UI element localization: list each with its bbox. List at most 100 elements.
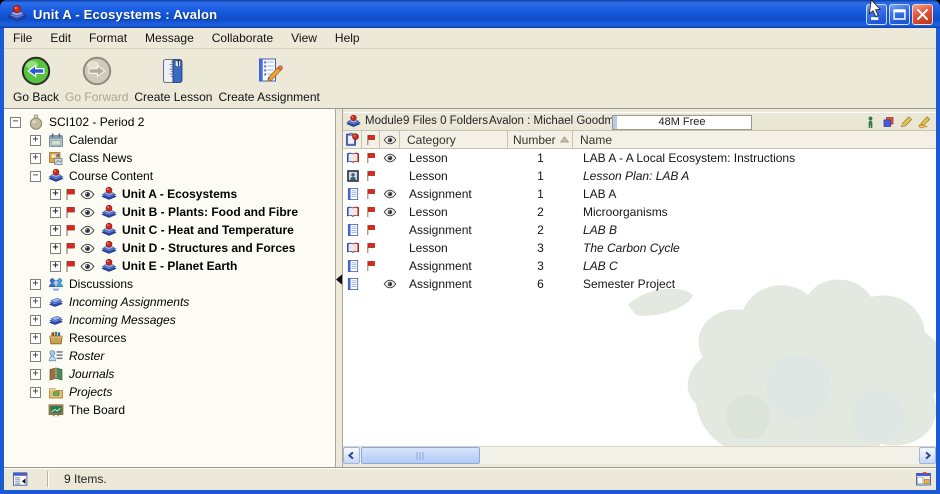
go-forward-button[interactable]: Go Forward [62, 52, 131, 105]
column-eye[interactable] [380, 131, 400, 148]
free-space-indicator: 48M Free [612, 115, 752, 130]
expand-toggle[interactable]: + [50, 261, 61, 272]
expand-toggle[interactable]: + [30, 387, 41, 398]
column-number[interactable]: Number [508, 131, 573, 148]
expand-toggle[interactable]: + [30, 297, 41, 308]
unit-book-icon [101, 222, 117, 238]
scrollbar-thumb[interactable] [361, 447, 480, 464]
file-row-lesson-plan-lab-a[interactable]: Lesson1Lesson Plan: LAB A [343, 167, 936, 185]
journals-icon [48, 366, 64, 382]
column-category[interactable]: Category [400, 131, 508, 148]
go-back-button[interactable]: Go Back [10, 52, 62, 105]
expand-toggle[interactable]: + [50, 189, 61, 200]
unit-book-icon [101, 186, 117, 202]
row-name: Microorganisms [573, 205, 936, 219]
tree-item-class-news[interactable]: +Class News [4, 149, 335, 167]
tree-item-roster[interactable]: +Roster [4, 347, 335, 365]
tree-item-unit-d-structures-and-forces[interactable]: +Unit D - Structures and Forces [4, 239, 335, 257]
assignment-pad-icon [346, 259, 360, 273]
expand-toggle[interactable]: + [50, 225, 61, 236]
tree-item-discussions[interactable]: +Discussions [4, 275, 335, 293]
tree-item-projects[interactable]: +Projects [4, 383, 335, 401]
menu-item-help[interactable]: Help [326, 28, 369, 48]
tree-item-label: Unit A - Ecosystems [122, 187, 237, 201]
collapse-panel-arrow-icon[interactable] [336, 274, 343, 285]
close-button[interactable] [912, 4, 933, 25]
panel-splitter[interactable] [335, 109, 343, 467]
gold-pencil-icon[interactable] [918, 115, 931, 129]
tree-item-incoming-assignments[interactable]: + Incoming Assignments [4, 293, 335, 311]
menu-item-edit[interactable]: Edit [41, 28, 80, 48]
tree-item-incoming-messages[interactable]: +Incoming Messages [4, 311, 335, 329]
eye-icon [383, 207, 397, 217]
tree-item-unit-e-planet-earth[interactable]: +Unit E - Planet Earth [4, 257, 335, 275]
calendar-icon [48, 132, 64, 148]
expand-toggle[interactable]: + [30, 351, 41, 362]
row-category: Lesson [400, 151, 508, 165]
status-window-icon[interactable] [12, 471, 29, 487]
resources-icon [48, 330, 64, 346]
menu-item-file[interactable]: File [4, 28, 41, 48]
module-icon [346, 114, 361, 129]
folder-tree-panel: −SCI102 - Period 2 + Calendar +Class News−C… [4, 109, 335, 467]
scroll-left-icon [345, 449, 358, 462]
server-user-label: Avalon : Michael Goodman [489, 113, 627, 130]
unit-book-icon [101, 204, 117, 220]
file-row-lab-c[interactable]: Assignment3LAB C [343, 257, 936, 275]
scrollbar-grip [416, 452, 425, 460]
row-number: 2 [508, 223, 573, 237]
pencil-icon[interactable] [900, 115, 913, 129]
unit-book-icon [101, 240, 117, 256]
horizontal-scrollbar[interactable] [343, 446, 936, 464]
tree-item-unit-c-heat-and-temperature[interactable]: +Unit C - Heat and Temperature [4, 221, 335, 239]
expand-toggle[interactable]: + [30, 153, 41, 164]
file-row-semester-project[interactable]: Assignment6Semester Project [343, 275, 936, 293]
menu-item-message[interactable]: Message [136, 28, 203, 48]
flag-icon [366, 152, 376, 164]
tree-item-course-content[interactable]: −Course Content [4, 167, 335, 185]
tree-item-label: Calendar [69, 133, 118, 147]
layers-icon[interactable] [882, 115, 895, 129]
file-row-lab-a-a-local-ecosystem-instructions[interactable]: Lesson1LAB A - A Local Ecosystem: Instru… [343, 149, 936, 167]
file-row-lab-a[interactable]: Assignment1LAB A [343, 185, 936, 203]
scroll-left-button[interactable] [343, 447, 360, 464]
create-assignment-button[interactable]: Create Assignment [215, 52, 322, 105]
tree-item-the-board[interactable]: The Board [4, 401, 335, 419]
column-name[interactable]: Name [573, 131, 936, 148]
open-book-icon [346, 241, 360, 255]
file-row-microorganisms[interactable]: Lesson2Microorganisms [343, 203, 936, 221]
tree-item-sci102-period-2[interactable]: −SCI102 - Period 2 [4, 113, 335, 131]
collapse-toggle[interactable]: − [10, 117, 21, 128]
eye-icon [80, 243, 95, 254]
expand-toggle[interactable]: + [50, 243, 61, 254]
discussions-icon [48, 276, 64, 292]
column-item-type[interactable] [343, 131, 362, 148]
menu-item-format[interactable]: Format [80, 28, 136, 48]
tree-item-unit-a-ecosystems[interactable]: + Unit A - Ecosystems [4, 185, 335, 203]
layout-icon[interactable] [915, 471, 932, 487]
menu-item-collaborate[interactable]: Collaborate [203, 28, 282, 48]
tree-item-resources[interactable]: +Resources [4, 329, 335, 347]
file-row-lab-b[interactable]: Assignment2LAB B [343, 221, 936, 239]
scrollbar-track[interactable] [360, 447, 919, 464]
expand-toggle[interactable]: + [30, 135, 41, 146]
title-bar[interactable]: Unit A - Ecosystems : Avalon [0, 0, 940, 28]
expand-toggle[interactable]: + [30, 315, 41, 326]
file-row-the-carbon-cycle[interactable]: Lesson3The Carbon Cycle [343, 239, 936, 257]
create-lesson-button[interactable]: Create Lesson [131, 52, 215, 105]
column-flag[interactable] [362, 131, 380, 148]
tree-item-journals[interactable]: +Journals [4, 365, 335, 383]
row-name: The Carbon Cycle [573, 241, 936, 255]
menu-item-view[interactable]: View [282, 28, 326, 48]
tree-item-unit-b-plants-food-and-fibre[interactable]: +Unit B - Plants: Food and Fibre [4, 203, 335, 221]
expand-toggle[interactable]: + [30, 279, 41, 290]
expand-toggle[interactable]: + [30, 333, 41, 344]
expand-toggle[interactable]: + [30, 369, 41, 380]
person-icon[interactable] [864, 115, 877, 129]
collapse-toggle[interactable]: − [30, 171, 41, 182]
expand-toggle[interactable]: + [50, 207, 61, 218]
tree-item-calendar[interactable]: + Calendar [4, 131, 335, 149]
scroll-right-button[interactable] [919, 447, 936, 464]
tree-item-label: Incoming Assignments [69, 295, 189, 309]
maximize-button[interactable] [889, 4, 910, 25]
